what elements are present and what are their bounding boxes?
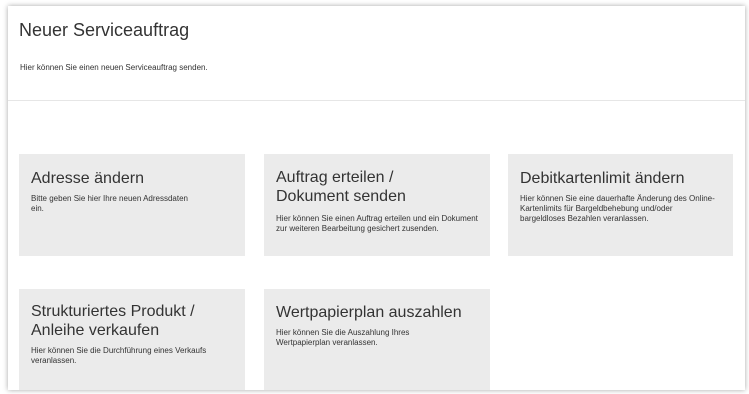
tile-description: Hier können Sie die Auszahlung Ihres Wer…: [276, 328, 410, 347]
tile-title: Debitkartenlimit ändern: [520, 170, 685, 187]
page-subtitle: Hier können Sie einen neuen Serviceauftr…: [20, 63, 208, 72]
tile-description: Bitte geben Sie hier Ihre neuen Adressda…: [31, 194, 188, 213]
service-order-panel: Neuer Serviceauftrag Hier können Sie ein…: [8, 6, 745, 390]
page-title: Neuer Serviceauftrag: [19, 20, 190, 40]
tile-title: Adresse ändern: [31, 170, 144, 187]
tile-change-address[interactable]: Adresse ändern Bitte geben Sie hier Ihre…: [19, 154, 245, 256]
tile-title: Auftrag erteilen / Dokument senden: [276, 169, 406, 205]
tile-pay-out-securities-plan[interactable]: Wertpapierplan auszahlen Hier können Sie…: [264, 289, 490, 390]
tile-sell-structured-product[interactable]: Strukturiertes Produkt / Anleihe verkauf…: [19, 289, 245, 390]
page-header: Neuer Serviceauftrag Hier können Sie ein…: [8, 6, 745, 101]
tile-description: Hier können Sie die Durchführung eines V…: [31, 346, 207, 365]
tile-title: Wertpapierplan auszahlen: [276, 304, 462, 321]
tile-change-debit-card-limit[interactable]: Debitkartenlimit ändern Hier können Sie …: [508, 154, 733, 256]
tile-place-order-send-document[interactable]: Auftrag erteilen / Dokument senden Hier …: [264, 154, 490, 256]
tile-title: Strukturiertes Produkt / Anleihe verkauf…: [31, 303, 195, 339]
tile-description: Hier können Sie eine dauerhafte Änderung…: [520, 194, 715, 223]
tile-description: Hier können Sie einen Auftrag erteilen u…: [276, 214, 478, 233]
